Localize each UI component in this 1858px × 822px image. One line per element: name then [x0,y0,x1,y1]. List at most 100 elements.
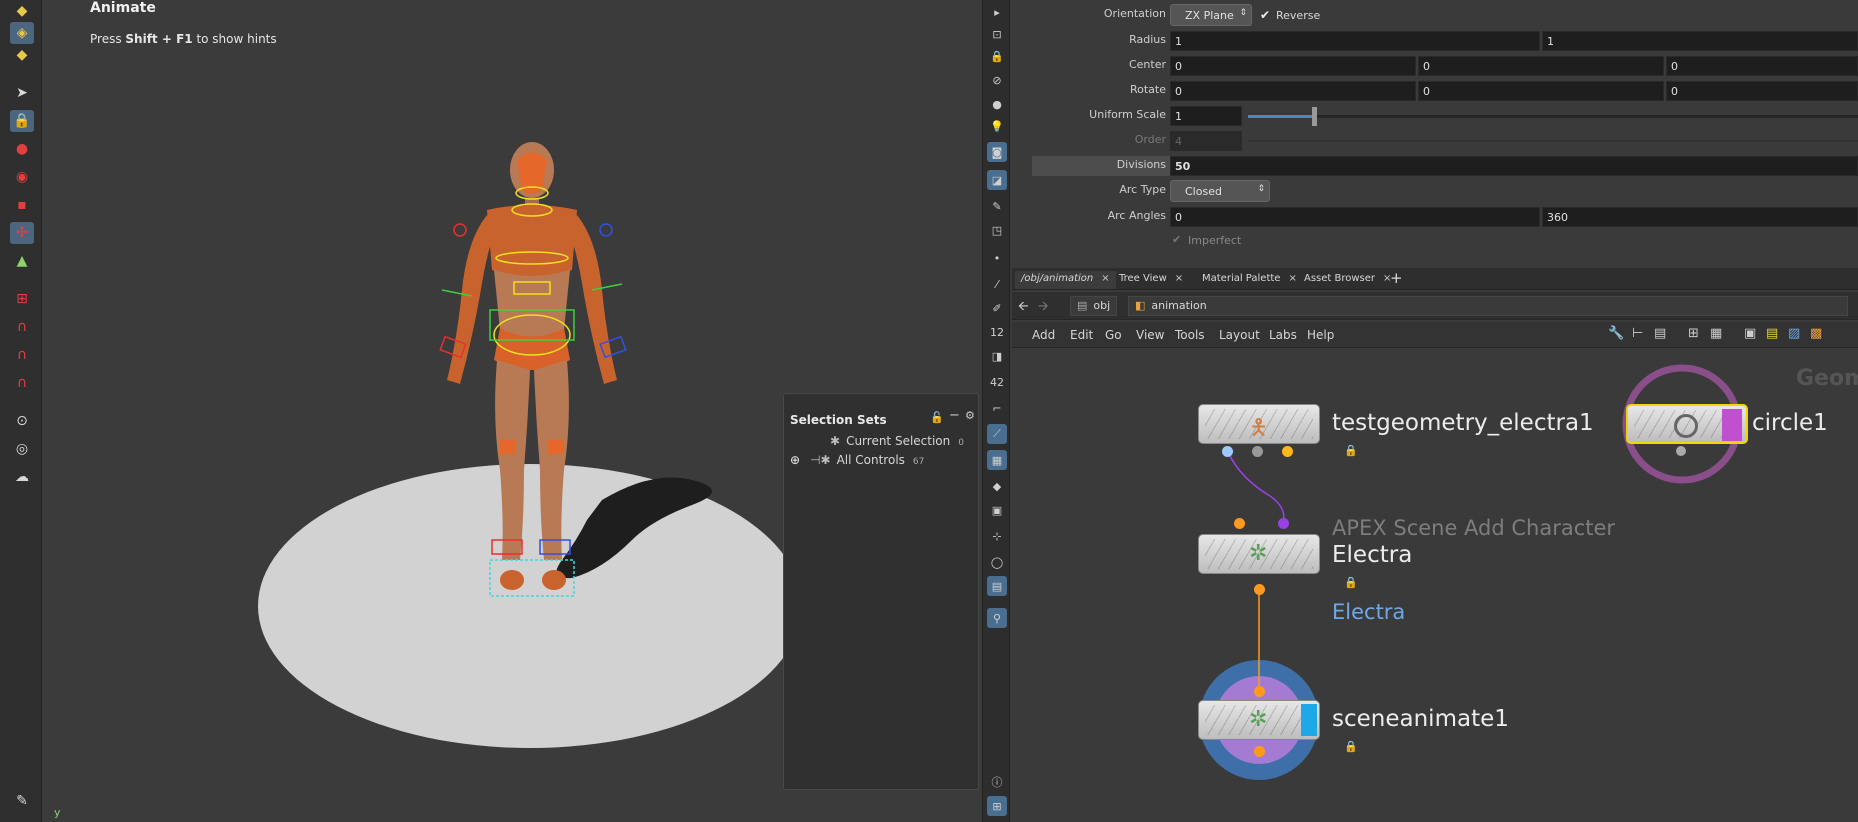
imperfect-checkbox[interactable]: ✔ [1172,233,1181,246]
snap-multi-icon[interactable]: ∩ [10,372,34,394]
display-flag[interactable] [1301,704,1317,736]
center-x-field[interactable]: 0 [1170,56,1416,76]
tab-tree-view[interactable]: Tree View × [1113,271,1189,289]
point-icon[interactable]: • [987,248,1007,268]
rig-tool-icon[interactable]: ▪ [10,194,34,216]
lock-camera-icon[interactable]: 🔒 [987,46,1007,66]
skeleton-tool-icon[interactable]: ✣ [10,222,34,244]
rotate-x-field[interactable]: 0 [1170,81,1416,101]
output-dot[interactable] [1222,446,1233,457]
stop-icon[interactable]: ◯ [987,552,1007,572]
render-icon[interactable]: ☁ [10,466,34,488]
box-icon[interactable]: ▩ [1810,326,1822,341]
corner-icon[interactable]: ⌐ [987,398,1007,418]
output-dot[interactable] [1282,446,1293,457]
snap-grid-icon[interactable]: ⊞ [10,288,34,310]
render-region-icon[interactable]: ◳ [987,220,1007,240]
menu-labs[interactable]: Labs [1269,328,1297,342]
tab-asset-browser[interactable]: Asset Browser × [1298,271,1397,289]
brush-tool-icon[interactable]: ◈ [10,22,34,44]
list-icon[interactable]: ▤ [1654,326,1666,341]
handle-icon[interactable]: ⊹ [987,526,1007,546]
tree-icon[interactable]: ⊢ [1632,326,1643,341]
lock-icon[interactable]: 🔒 [1344,576,1358,590]
transform-tool-icon[interactable]: ▲ [10,250,34,272]
image-icon[interactable]: ▣ [1744,326,1756,341]
normals-icon[interactable]: ⟋ [987,424,1007,444]
arc-angle-start-field[interactable]: 0 [1170,207,1540,227]
select-arrow-icon[interactable]: ➤ [10,82,34,104]
close-icon[interactable]: × [1101,273,1109,284]
expand-icon[interactable]: ⊕ [790,453,800,467]
display-icon[interactable]: ▸ [987,2,1007,22]
menu-help[interactable]: Help [1307,328,1334,342]
lock-icon[interactable]: 🔒 [1344,740,1358,754]
center-y-field[interactable]: 0 [1418,56,1664,76]
note-icon[interactable]: ▤ [1766,326,1778,341]
menu-go[interactable]: Go [1105,328,1122,342]
numbers-icon[interactable]: 12 [987,322,1007,342]
lock-icon[interactable]: 🔒 [1344,444,1358,458]
pin-icon[interactable]: ⚲ [987,608,1007,628]
uniform-scale-slider[interactable] [1248,107,1858,126]
input-dot[interactable] [1278,518,1289,529]
divisions-field[interactable]: 50 [1170,156,1858,176]
orientation-dropdown[interactable]: ZX Plane ⇕ [1170,4,1252,26]
camera-icon[interactable]: ⊙ [10,410,34,432]
paint-tool-icon[interactable]: ◆ [10,44,34,66]
grid-icon[interactable]: ⊞ [1688,326,1699,341]
menu-layout[interactable]: Layout [1219,328,1260,342]
output-dot[interactable] [1676,446,1686,456]
radius-y-field[interactable]: 1 [1542,31,1858,51]
menu-edit[interactable]: Edit [1070,328,1093,342]
input-dot[interactable] [1234,518,1245,529]
info-icon[interactable]: ⓘ [987,772,1007,792]
texture-icon[interactable]: ▣ [987,500,1007,520]
slider-handle[interactable] [1312,107,1317,126]
prim-numbers-icon[interactable]: 42 [987,372,1007,392]
rotate-y-field[interactable]: 0 [1418,81,1664,101]
brush-icon[interactable]: ✎ [987,196,1007,216]
output-dot[interactable] [1252,446,1263,457]
sceneanimate-node[interactable]: ✲ [1198,700,1320,740]
template-icon[interactable]: ⊡ [987,24,1007,44]
center-z-field[interactable]: 0 [1666,56,1858,76]
input-dot[interactable] [1254,686,1265,697]
snap-point-icon[interactable]: ∩ [10,344,34,366]
path-current[interactable]: ◧ animation [1128,296,1848,316]
output-dot[interactable] [1254,746,1265,757]
testgeometry-node[interactable]: 🯅 [1198,404,1320,444]
pen-icon[interactable]: ✐ [987,298,1007,318]
pose-tool-icon[interactable]: ◆ [10,0,34,22]
output-dot[interactable] [1254,584,1265,595]
uniform-scale-field[interactable]: 1 [1170,106,1242,126]
tab-obj-animation[interactable]: /obj/animation × [1015,271,1116,289]
arc-type-dropdown[interactable]: Closed ⇕ [1170,180,1270,202]
close-icon[interactable]: × [1288,273,1296,284]
circle-node[interactable] [1626,404,1748,444]
wireframe-icon[interactable]: ▦ [987,450,1007,470]
back-arrow-icon[interactable]: 🡨 [1018,297,1029,319]
lock-select-icon[interactable]: 🔒 [10,110,34,132]
layout-icon[interactable]: ⊞ [987,796,1007,816]
network-editor[interactable]: Geom 🯅 testgeometry_electra1 🔒 circle1 ✲… [1012,348,1858,822]
view-tool-icon[interactable]: ◉ [10,166,34,188]
shaded-icon[interactable]: ◆ [987,476,1007,496]
edge-icon[interactable]: ⁄ [987,274,1007,294]
display-flag[interactable] [1722,409,1742,441]
radius-x-field[interactable]: 1 [1170,31,1540,51]
menu-add[interactable]: Add [1032,328,1055,342]
menu-tools[interactable]: Tools [1175,328,1205,342]
snap-magnet-icon[interactable]: ∩ [10,316,34,338]
list-item[interactable]: ✱ Current Selection 0 [830,434,964,448]
light-icon[interactable]: ◎ [10,438,34,460]
path-root[interactable]: ▤ obj [1070,296,1118,316]
options-icon[interactable]: ⚙ [965,409,975,422]
ghost-icon[interactable]: ◙ [987,142,1007,162]
no-display-icon[interactable]: ⊘ [987,70,1007,90]
prim-icon[interactable]: ◨ [987,346,1007,366]
table-icon[interactable]: ▦ [1710,326,1722,341]
handle-tool-icon[interactable]: ● [10,138,34,160]
arc-angle-end-field[interactable]: 360 [1542,207,1858,227]
list-item[interactable]: ⊕ ⊣✱ All Controls 67 [790,453,924,467]
